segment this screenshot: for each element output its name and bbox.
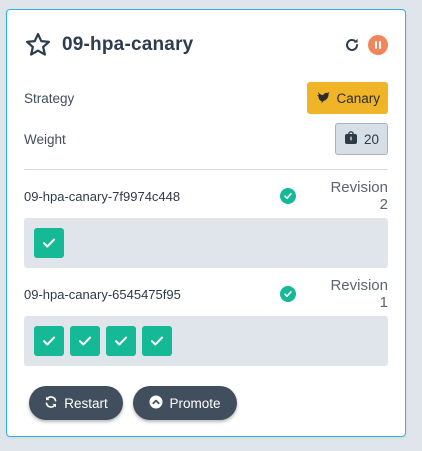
pod-status-healthy[interactable] bbox=[142, 326, 172, 356]
restart-label: Restart bbox=[64, 395, 108, 411]
weight-row: Weight 20 bbox=[24, 123, 388, 155]
replicaset-name: 09-hpa-canary-6545475f95 bbox=[24, 286, 181, 302]
rollout-title: 09-hpa-canary bbox=[62, 34, 194, 55]
strategy-badge: Canary bbox=[307, 82, 388, 114]
weight-icon bbox=[344, 130, 358, 148]
pod-status-healthy[interactable] bbox=[34, 326, 64, 356]
pod-status-healthy[interactable] bbox=[106, 326, 136, 356]
replicaset-name: 09-hpa-canary-7f9974c448 bbox=[24, 188, 181, 204]
check-circle-icon bbox=[280, 286, 296, 302]
bird-icon bbox=[315, 89, 331, 108]
refresh-icon bbox=[44, 395, 58, 412]
restart-button[interactable]: Restart bbox=[29, 386, 123, 420]
strategy-row: Strategy Canary bbox=[24, 81, 388, 115]
card-header: 09-hpa-canary bbox=[24, 30, 388, 60]
divider bbox=[24, 169, 388, 170]
weight-label: Weight bbox=[24, 131, 66, 147]
pod-list bbox=[24, 316, 388, 366]
revision-header: 09-hpa-canary-7f9974c448 Revision 2 bbox=[24, 179, 388, 213]
star-icon[interactable] bbox=[24, 31, 52, 59]
header-actions bbox=[344, 35, 388, 55]
revision-label: Revision 2 bbox=[330, 179, 388, 213]
pod-status-healthy[interactable] bbox=[34, 228, 64, 258]
promote-label: Promote bbox=[169, 395, 221, 411]
pod-status-healthy[interactable] bbox=[70, 326, 100, 356]
check-circle-icon bbox=[280, 188, 296, 204]
strategy-label: Strategy bbox=[24, 90, 75, 106]
pause-icon[interactable] bbox=[368, 35, 388, 55]
strategy-value: Canary bbox=[336, 90, 380, 106]
weight-badge: 20 bbox=[334, 123, 388, 155]
pod-list bbox=[24, 218, 388, 268]
revision-label: Revision 1 bbox=[330, 277, 388, 311]
weight-value: 20 bbox=[363, 131, 379, 147]
promote-button[interactable]: Promote bbox=[133, 386, 237, 420]
rollout-card: 09-hpa-canary Strategy Canary Weight 20 … bbox=[6, 9, 406, 437]
revision-header: 09-hpa-canary-6545475f95 Revision 1 bbox=[24, 277, 388, 311]
refresh-icon[interactable] bbox=[344, 37, 360, 53]
chevron-up-circle-icon bbox=[149, 395, 163, 412]
